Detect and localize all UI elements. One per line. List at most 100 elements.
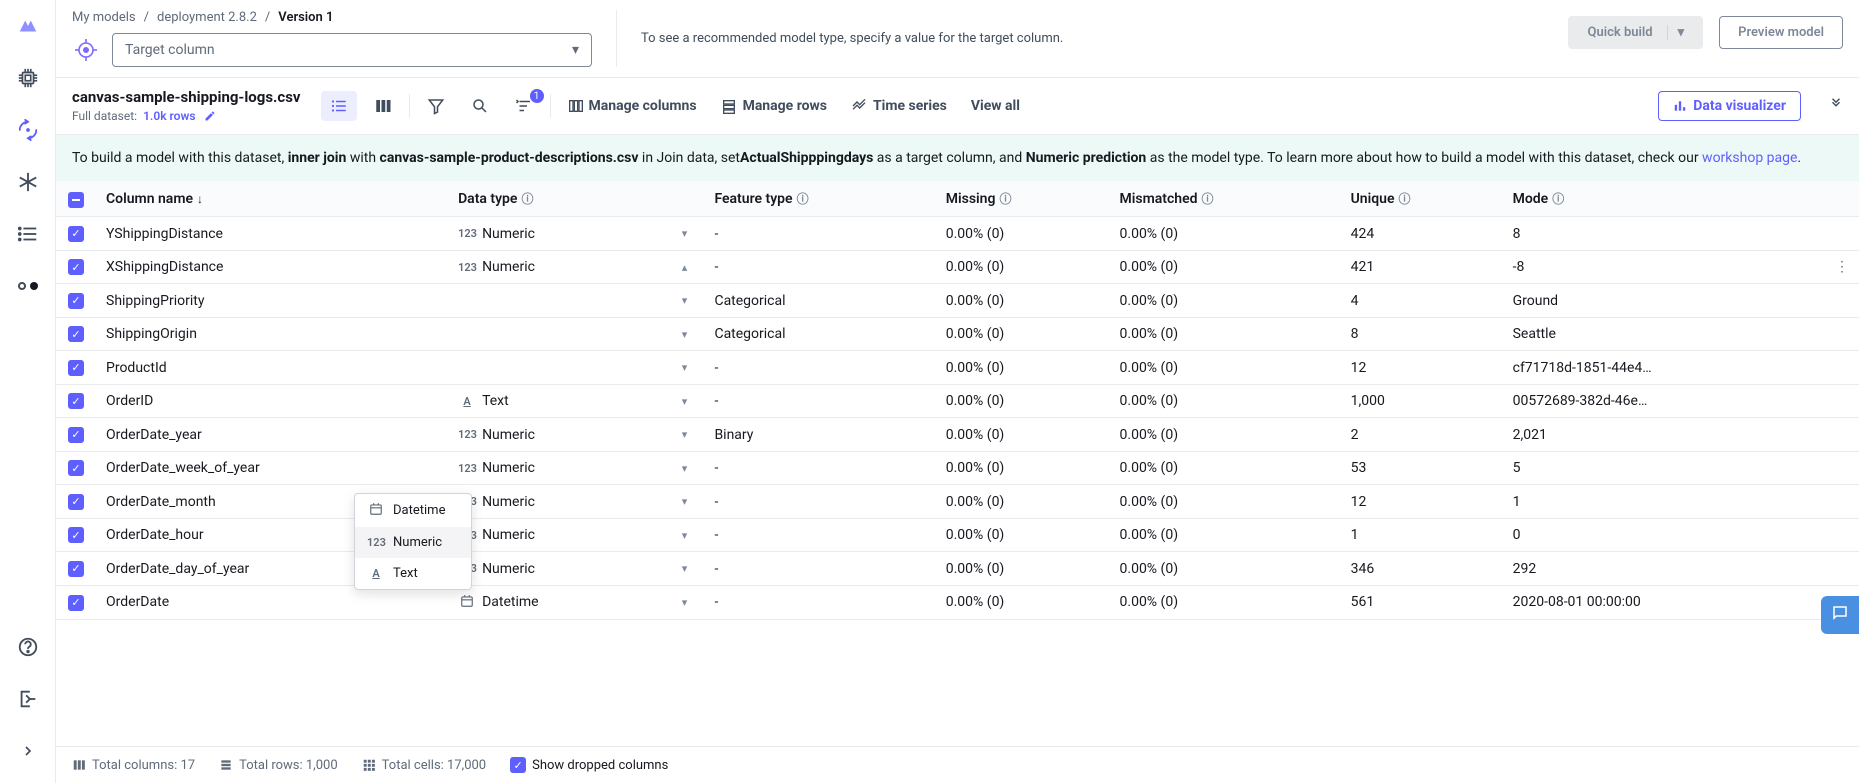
dtype-cell[interactable]: 123Numeric▾	[458, 427, 694, 443]
dtype-cell[interactable]: ▾	[458, 294, 694, 307]
feature-type-cell: -	[704, 552, 935, 586]
row-menu-icon[interactable]	[1825, 418, 1859, 452]
manage-rows-button[interactable]: Manage rows	[713, 92, 835, 120]
chevron-icon[interactable]: ▾	[674, 294, 694, 307]
info-icon[interactable]: ⓘ	[797, 192, 809, 206]
row-checkbox[interactable]: ✓	[68, 595, 84, 611]
dtype-cell[interactable]: 123Numeric▾	[458, 226, 694, 242]
target-icon	[72, 36, 100, 64]
chevron-icon[interactable]: ▾	[674, 428, 694, 441]
row-checkbox[interactable]: ✓	[68, 326, 84, 342]
row-menu-icon[interactable]	[1825, 284, 1859, 318]
unique-cell: 8	[1341, 317, 1503, 351]
dtype-cell[interactable]: AText▾	[458, 393, 694, 409]
expand-icon[interactable]	[16, 739, 40, 763]
preview-model-button[interactable]: Preview model	[1719, 16, 1843, 49]
dtype-cell[interactable]: 123Numeric▾	[458, 561, 694, 577]
chat-icon[interactable]	[1821, 596, 1859, 634]
row-menu-icon[interactable]	[1825, 552, 1859, 586]
chevron-icon[interactable]: ▾	[674, 328, 694, 341]
dtype-cell[interactable]: ▾	[458, 328, 694, 341]
row-menu-icon[interactable]	[1825, 485, 1859, 519]
workshop-link[interactable]: workshop page	[1702, 150, 1797, 166]
toggle-icon[interactable]	[16, 274, 40, 298]
dtype-cell[interactable]: Datetime▾	[458, 594, 694, 611]
row-menu-icon[interactable]	[1825, 384, 1859, 418]
info-icon[interactable]: ⓘ	[521, 192, 533, 206]
dtype-option[interactable]: Datetime	[355, 494, 471, 527]
list-view-icon[interactable]	[321, 91, 357, 121]
chevron-icon[interactable]: ▾	[674, 227, 694, 240]
row-menu-icon[interactable]	[1825, 518, 1859, 552]
time-series-button[interactable]: Time series	[843, 92, 955, 120]
info-icon[interactable]: ⓘ	[999, 192, 1011, 206]
column-view-icon[interactable]	[365, 91, 401, 121]
row-menu-icon[interactable]	[1825, 351, 1859, 385]
list-icon[interactable]	[16, 222, 40, 246]
table-row: ✓ YShippingDistance 123Numeric▾ - 0.00% …	[56, 217, 1859, 251]
exit-icon[interactable]	[16, 687, 40, 711]
row-menu-icon[interactable]	[1825, 317, 1859, 351]
row-checkbox[interactable]: ✓	[68, 293, 84, 309]
dtype-dropdown[interactable]: Datetime123NumericAText	[354, 493, 472, 590]
help-icon[interactable]	[16, 635, 40, 659]
logo-icon[interactable]	[16, 14, 40, 38]
dtype-cell[interactable]: 123Numeric▾	[458, 460, 694, 476]
chevron-icon[interactable]: ▾	[674, 395, 694, 408]
row-checkbox[interactable]: ✓	[68, 360, 84, 376]
row-checkbox[interactable]: ✓	[68, 393, 84, 409]
row-checkbox[interactable]: ✓	[68, 460, 84, 476]
chevron-icon[interactable]: ▾	[674, 596, 694, 609]
double-chevron-icon[interactable]	[1829, 97, 1843, 115]
search-icon[interactable]	[462, 91, 498, 121]
chevron-icon[interactable]: ▴	[674, 261, 694, 274]
breadcrumb-root[interactable]: My models	[72, 10, 136, 25]
manage-columns-button[interactable]: Manage columns	[559, 92, 705, 120]
chevron-icon[interactable]: ▾	[674, 462, 694, 475]
row-checkbox[interactable]: ✓	[68, 494, 84, 510]
dtype-cell[interactable]: 123Numeric▴	[458, 259, 694, 275]
row-checkbox[interactable]: ✓	[68, 259, 84, 275]
table-wrap[interactable]: Column name↓ Data typeⓘ Feature typeⓘ Mi…	[56, 181, 1859, 746]
breadcrumb-current: Version 1	[278, 10, 333, 25]
filter-icon[interactable]	[418, 91, 454, 121]
chip-icon[interactable]	[16, 66, 40, 90]
feature-type-cell: -	[704, 384, 935, 418]
info-icon[interactable]: ⓘ	[1552, 192, 1564, 206]
sync-icon[interactable]	[16, 118, 40, 142]
dtype-option[interactable]: AText	[355, 558, 471, 589]
breadcrumb-mid[interactable]: deployment 2.8.2	[157, 10, 257, 25]
unique-cell: 421	[1341, 250, 1503, 284]
info-icon[interactable]: ⓘ	[1399, 192, 1411, 206]
row-menu-icon[interactable]: ⋮	[1825, 250, 1859, 284]
chevron-icon[interactable]: ▾	[674, 361, 694, 374]
sort-arrow-icon[interactable]: ↓	[197, 192, 203, 206]
view-all-button[interactable]: View all	[963, 92, 1028, 120]
data-visualizer-button[interactable]: Data visualizer	[1658, 91, 1801, 121]
main: My models / deployment 2.8.2 / Version 1…	[56, 0, 1859, 783]
chevron-icon[interactable]: ▾	[674, 495, 694, 508]
snowflake-icon[interactable]	[16, 170, 40, 194]
chevron-icon[interactable]: ▾	[674, 562, 694, 575]
target-column-select[interactable]: Target column ▾	[112, 33, 592, 67]
dtype-option[interactable]: 123Numeric	[355, 527, 471, 558]
row-checkbox[interactable]: ✓	[68, 527, 84, 543]
row-checkbox[interactable]: ✓	[68, 561, 84, 577]
row-checkbox[interactable]: ✓	[68, 427, 84, 443]
dtype-cell[interactable]: 123Numeric▾	[458, 494, 694, 510]
show-dropped-checkbox[interactable]: ✓	[510, 757, 526, 773]
sort-icon[interactable]	[506, 91, 542, 121]
select-all-checkbox[interactable]	[68, 192, 84, 208]
chevron-down-icon[interactable]: ▾	[1667, 25, 1685, 40]
row-menu-icon[interactable]	[1825, 451, 1859, 485]
quick-build-button[interactable]: Quick build ▾	[1568, 16, 1703, 49]
dtype-cell[interactable]: ▾	[458, 361, 694, 374]
pencil-icon[interactable]	[202, 108, 218, 124]
row-menu-icon[interactable]	[1825, 217, 1859, 251]
info-icon[interactable]: ⓘ	[1202, 192, 1214, 206]
chevron-icon[interactable]: ▾	[674, 529, 694, 542]
table-row: ✓ OrderDate_year 123Numeric▾ Binary 0.00…	[56, 418, 1859, 452]
row-checkbox[interactable]: ✓	[68, 226, 84, 242]
dtype-cell[interactable]: 123Numeric▾	[458, 527, 694, 543]
row-count[interactable]: 1.0k rows	[143, 109, 195, 123]
